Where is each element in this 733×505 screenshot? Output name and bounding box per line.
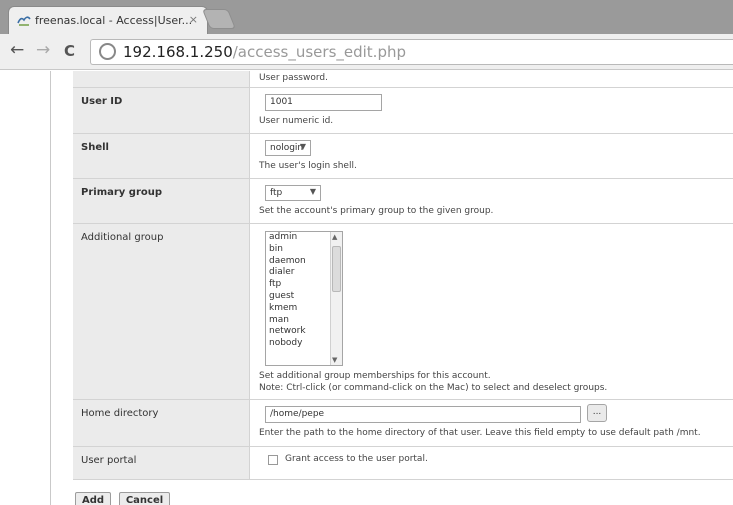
home-directory-description: Enter the path to the home directory of … [259, 428, 701, 438]
user-id-label: User ID [81, 96, 123, 107]
primary-group-selected-value: ftp [270, 188, 283, 198]
shell-value-cell: nologin ▼ The user's login shell. [251, 134, 733, 178]
home-directory-label: Home directory [81, 408, 159, 419]
close-tab-icon[interactable]: × [189, 13, 198, 26]
primary-group-select[interactable]: ftp ▼ [265, 185, 321, 201]
shell-select[interactable]: nologin ▼ [265, 140, 311, 156]
user-portal-value-cell: Grant access to the user portal. [251, 447, 733, 479]
add-button[interactable]: Add [75, 492, 111, 505]
primary-group-value-cell: ftp ▼ Set the account's primary group to… [251, 179, 733, 223]
additional-group-description: Set additional group memberships for thi… [259, 371, 491, 381]
user-id-value-cell: 1001 User numeric id. [251, 88, 733, 133]
primary-group-label: Primary group [81, 187, 163, 198]
password-value-cell: User password. [251, 71, 733, 87]
shell-row: Shell nologin ▼ The user's login shell. [73, 134, 733, 179]
user-id-label-cell: User ID [73, 88, 250, 133]
page-content: User password. User ID 1001 User numeric… [0, 71, 733, 505]
shell-description: The user's login shell. [259, 161, 357, 171]
browser-tab-strip: freenas.local - Access|User... × [0, 0, 733, 34]
listbox-scrollbar[interactable]: ▲ ▼ [330, 232, 342, 365]
page-info-icon[interactable] [99, 43, 116, 60]
url-path: /access_users_edit.php [232, 43, 406, 61]
user-id-input[interactable]: 1001 [265, 94, 382, 111]
tab-title: freenas.local - Access|User... [35, 14, 193, 27]
browser-toolbar: ← → C 192.168.1.250/access_users_edit.ph… [0, 34, 733, 70]
left-divider [50, 71, 51, 505]
shell-label: Shell [81, 142, 109, 153]
user-portal-label: User portal [81, 455, 137, 466]
shell-selected-value: nologin [270, 143, 304, 153]
additional-group-label: Additional group [81, 232, 164, 243]
primary-group-row: Primary group ftp ▼ Set the account's pr… [73, 179, 733, 224]
user-portal-row: User portal Grant access to the user por… [73, 447, 733, 480]
freenas-favicon-icon [17, 16, 31, 26]
reload-icon[interactable]: C [64, 42, 75, 60]
primary-group-description: Set the account's primary group to the g… [259, 206, 494, 216]
additional-group-row: Additional group admin bin daemon dialer… [73, 224, 733, 400]
password-label-cell [73, 71, 250, 87]
home-directory-input[interactable]: /home/pepe [265, 406, 581, 423]
scrollbar-thumb[interactable] [332, 246, 341, 292]
primary-group-label-cell: Primary group [73, 179, 250, 223]
scroll-up-arrow-icon[interactable]: ▲ [332, 233, 337, 241]
chevron-down-icon: ▼ [299, 142, 306, 151]
home-directory-label-cell: Home directory [73, 400, 250, 446]
address-bar[interactable]: 192.168.1.250/access_users_edit.php [90, 39, 733, 65]
url-text: 192.168.1.250/access_users_edit.php [123, 43, 406, 61]
password-row: User password. [73, 71, 733, 88]
additional-group-label-cell: Additional group [73, 224, 250, 399]
user-id-row: User ID 1001 User numeric id. [73, 88, 733, 134]
password-description: User password. [259, 73, 328, 83]
shell-label-cell: Shell [73, 134, 250, 178]
browser-tab[interactable]: freenas.local - Access|User... × [8, 6, 208, 34]
chevron-down-icon: ▼ [309, 187, 316, 196]
scroll-down-arrow-icon[interactable]: ▼ [332, 356, 337, 364]
forward-arrow-icon[interactable]: → [36, 40, 50, 60]
user-id-description: User numeric id. [259, 116, 334, 126]
back-arrow-icon[interactable]: ← [10, 40, 24, 60]
user-portal-label-cell: User portal [73, 447, 250, 479]
additional-group-listbox[interactable]: admin bin daemon dialer ftp guest kmem m… [265, 231, 343, 366]
url-host: 192.168.1.250 [123, 43, 233, 61]
home-directory-value-cell: /home/pepe ... Enter the path to the hom… [251, 400, 733, 446]
home-directory-row: Home directory /home/pepe ... Enter the … [73, 400, 733, 447]
additional-group-note: Note: Ctrl-click (or command-click on th… [259, 383, 608, 393]
user-portal-checkbox[interactable] [268, 455, 278, 465]
browse-button[interactable]: ... [587, 404, 607, 422]
additional-group-value-cell: admin bin daemon dialer ftp guest kmem m… [251, 224, 733, 399]
cancel-button[interactable]: Cancel [119, 492, 170, 505]
user-portal-checkbox-label[interactable]: Grant access to the user portal. [285, 454, 428, 464]
